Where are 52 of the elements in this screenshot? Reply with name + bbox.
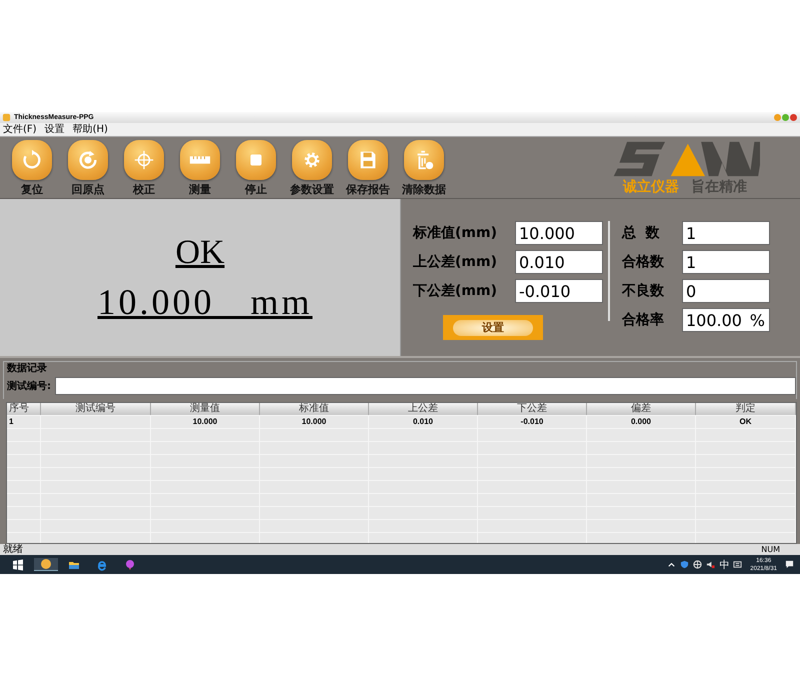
close-button[interactable]: [790, 114, 797, 121]
column-header[interactable]: 测试编号: [41, 403, 151, 415]
table-cell: OK: [696, 416, 796, 428]
app-icon: [2, 113, 11, 122]
stat-value: 100.00 %: [682, 308, 770, 332]
column-header[interactable]: 下公差: [478, 403, 587, 415]
field-label: 测试编号:: [7, 380, 51, 393]
stat-value: 1: [682, 250, 770, 274]
column-header[interactable]: 标准值: [260, 403, 369, 415]
table-cell: 0.010: [369, 416, 478, 428]
menu-item[interactable]: 帮助(H): [72, 124, 108, 134]
status-text: NUM: [761, 544, 780, 555]
field-label: 标准值(mm): [413, 224, 498, 242]
circular-arrow-icon: [77, 149, 99, 171]
column-header[interactable]: 偏差: [587, 403, 696, 415]
stat-value: 0: [682, 279, 770, 303]
field-label: 上公差(mm): [413, 253, 498, 271]
table-cell: -0.010: [478, 416, 587, 428]
menu-item[interactable]: 文件(F): [3, 124, 37, 134]
input-field[interactable]: 10.000: [515, 221, 603, 245]
status-text: 就绪: [3, 544, 23, 555]
notification-icon[interactable]: [785, 560, 794, 569]
stat-value: 1: [682, 221, 770, 245]
chevron-up-icon[interactable]: [667, 560, 676, 569]
input-field[interactable]: 0.010: [515, 250, 603, 274]
globe-icon[interactable]: [693, 560, 702, 569]
speaker-icon[interactable]: [706, 560, 716, 569]
table-cell: 0.000: [587, 416, 696, 428]
table-cell: 1: [7, 416, 41, 428]
measured-value: 10.000 mm: [96, 284, 312, 320]
column-header[interactable]: 上公差: [369, 403, 478, 415]
stat-label: 总 数: [622, 224, 661, 242]
field-label: 下公差(mm): [413, 282, 498, 300]
stat-label: 合格数: [622, 253, 665, 271]
table-cell: 10.000: [260, 416, 369, 428]
shield-icon[interactable]: [680, 560, 690, 569]
input-field[interactable]: [55, 377, 796, 395]
column-header[interactable]: 测量值: [151, 403, 260, 415]
crosshair-icon: [133, 149, 155, 171]
stat-label: 不良数: [622, 282, 665, 300]
keyboard-icon[interactable]: [733, 560, 742, 569]
input-field[interactable]: -0.010: [515, 279, 603, 303]
set-button[interactable]: 设置: [443, 315, 543, 340]
stat-label: 合格率: [622, 311, 665, 329]
app-icon[interactable]: [34, 558, 58, 571]
table-cell: 10.000: [151, 416, 260, 428]
brand-name: 诚立仪器: [623, 178, 679, 196]
menu-item[interactable]: 设置: [44, 124, 65, 134]
group-title: 数据记录: [7, 363, 47, 374]
rotate-arrow-icon: [21, 149, 43, 171]
verdict-text: OK: [175, 236, 225, 270]
input-method-indicator[interactable]: 中: [719, 558, 730, 572]
